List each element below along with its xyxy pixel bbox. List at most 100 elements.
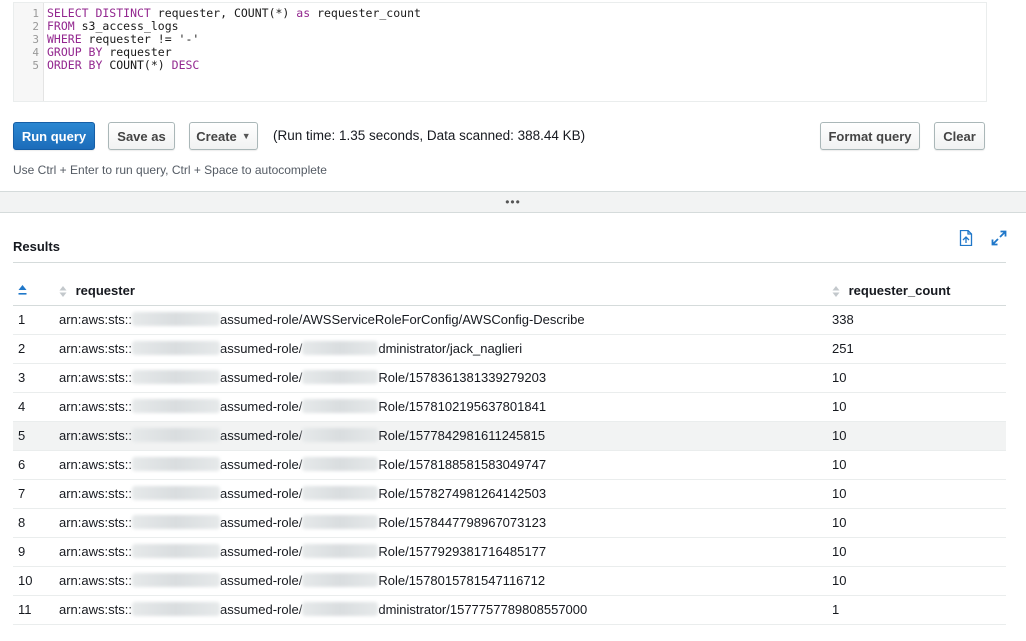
table-row[interactable]: 9 arn:aws:sts:: assumed-role/Role/15779293…: [13, 537, 1006, 567]
table-row[interactable]: 7 arn:aws:sts:: assumed-role/Role/15782749…: [13, 479, 1006, 509]
format-query-label: Format query: [828, 128, 912, 144]
table-row[interactable]: 2 arn:aws:sts:: assumed-role/dministrator/…: [13, 334, 1006, 364]
arn-suffix: AWSServiceRoleForConfig/AWSConfig-Descri…: [302, 312, 585, 327]
requester-count-cell: 10: [829, 392, 1006, 422]
redacted-account-id: [131, 515, 220, 529]
code-line[interactable]: ORDER BY COUNT(*) DESC: [47, 59, 421, 72]
table-row[interactable]: 8 arn:aws:sts:: assumed-role/Role/15784477…: [13, 508, 1006, 538]
redacted-role-name: [302, 457, 379, 471]
requester-header-label: requester: [75, 282, 135, 298]
requester-cell: arn:aws:sts:: assumed-role/Role/157801578…: [59, 566, 829, 596]
arn-prefix: arn:aws:sts::: [59, 428, 132, 443]
requester-count-cell: 10: [829, 421, 1006, 451]
requester-cell: arn:aws:sts:: assumed-role/dministrator/j…: [59, 334, 829, 364]
save-as-label: Save as: [117, 128, 166, 144]
requester-cell: arn:aws:sts:: assumed-role/AWSServiceRole…: [59, 305, 829, 335]
arn-prefix: arn:aws:sts::: [59, 370, 132, 385]
requester-count-cell: 251: [829, 334, 1006, 364]
run-query-button[interactable]: Run query: [13, 122, 95, 150]
redacted-role-name: [302, 486, 379, 500]
requester-cell: arn:aws:sts:: assumed-role/dministrator/1…: [59, 595, 829, 625]
format-query-button[interactable]: Format query: [820, 122, 920, 150]
row-number-cell: 4: [13, 392, 59, 422]
table-row[interactable]: 1 arn:aws:sts:: assumed-role/AWSServiceRol…: [13, 305, 1006, 335]
requester-cell: arn:aws:sts:: assumed-role/Role/157818858…: [59, 450, 829, 480]
export-csv-icon[interactable]: [957, 229, 975, 247]
sort-icon: [59, 285, 67, 297]
sql-token: COUNT(*): [102, 58, 172, 72]
arn-suffix: Role/1578274981264142503: [378, 486, 547, 501]
arn-suffix: Role/1578361381339279203: [378, 370, 547, 385]
create-label: Create: [196, 128, 237, 144]
row-number-cell: 6: [13, 450, 59, 480]
table-row[interactable]: 5 arn:aws:sts:: assumed-role/Role/15778429…: [13, 421, 1006, 451]
arn-suffix: Role/1578102195637801841: [378, 399, 547, 414]
requester-count-cell: 10: [829, 508, 1006, 538]
redacted-account-id: [131, 486, 220, 500]
table-row[interactable]: 10 arn:aws:sts:: assumed-role/Role/1578015…: [13, 566, 1006, 596]
requester-count-cell: 10: [829, 566, 1006, 596]
redacted-account-id: [131, 457, 220, 471]
save-as-button[interactable]: Save as: [108, 122, 175, 150]
sql-code[interactable]: SELECT DISTINCT requester, COUNT(*) as r…: [44, 3, 421, 101]
requester-column-header[interactable]: requester: [59, 276, 829, 306]
requester-cell: arn:aws:sts:: assumed-role/Role/157844779…: [59, 508, 829, 538]
arn-role-segment: assumed-role/: [219, 428, 303, 443]
sql-token: (*): [268, 6, 297, 20]
redacted-role-name: [302, 515, 379, 529]
redacted-role-name: [302, 370, 379, 384]
sort-icon: [832, 285, 840, 297]
redacted-role-name: [302, 544, 379, 558]
row-number-header[interactable]: [13, 276, 59, 306]
table-row[interactable]: 3 arn:aws:sts:: assumed-role/Role/15783613…: [13, 363, 1006, 393]
clear-button[interactable]: Clear: [934, 122, 985, 150]
chevron-down-icon: ▼: [241, 131, 251, 141]
drag-handle-icon[interactable]: •••: [505, 196, 521, 208]
arn-suffix: Role/1577842981611245815: [378, 428, 546, 443]
arn-role-segment: assumed-role/: [219, 486, 303, 501]
keyboard-hint: Use Ctrl + Enter to run query, Ctrl + Sp…: [13, 163, 327, 177]
redacted-account-id: [131, 341, 220, 355]
results-title: Results: [13, 239, 60, 254]
table-row[interactable]: 4 arn:aws:sts:: assumed-role/Role/15781021…: [13, 392, 1006, 422]
arn-role-segment: assumed-role/: [219, 573, 303, 588]
row-number-cell: 3: [13, 363, 59, 393]
expand-icon[interactable]: [990, 229, 1008, 247]
requester-cell: arn:aws:sts:: assumed-role/Role/157792938…: [59, 537, 829, 567]
row-number-cell: 8: [13, 508, 59, 538]
arn-role-segment: assumed-role/: [219, 341, 303, 356]
line-number: 2: [32, 20, 39, 33]
row-number-cell: 9: [13, 537, 59, 567]
arn-role-segment: assumed-role/: [219, 370, 303, 385]
redacted-account-id: [131, 399, 220, 413]
arn-prefix: arn:aws:sts::: [59, 544, 132, 559]
sql-keyword: DESC: [171, 58, 200, 72]
redacted-role-name: [302, 602, 379, 616]
row-number-cell: 5: [13, 421, 59, 451]
arn-suffix: dministrator/jack_naglieri: [378, 341, 523, 356]
arn-prefix: arn:aws:sts::: [59, 602, 132, 617]
row-number-cell: 11: [13, 595, 59, 625]
results-divider: [13, 262, 1006, 263]
arn-suffix: dministrator/1577757789808557000: [378, 602, 588, 617]
arn-prefix: arn:aws:sts::: [59, 486, 132, 501]
pane-splitter[interactable]: •••: [0, 191, 1026, 213]
arn-prefix: arn:aws:sts::: [59, 341, 132, 356]
sql-token: COUNT: [233, 6, 269, 20]
run-query-label: Run query: [21, 128, 87, 144]
sql-keyword: as: [296, 6, 311, 20]
clear-label: Clear: [943, 128, 976, 144]
table-row[interactable]: 6 arn:aws:sts:: assumed-role/Role/15781885…: [13, 450, 1006, 480]
requester-count-column-header[interactable]: requester_count: [829, 276, 1006, 306]
arn-role-segment: assumed-role/: [219, 312, 303, 327]
table-row[interactable]: 11 arn:aws:sts:: assumed-role/dministrator…: [13, 595, 1006, 625]
create-dropdown-button[interactable]: Create ▼: [189, 122, 258, 150]
sort-asc-icon: [18, 285, 27, 295]
sql-editor[interactable]: 12345 SELECT DISTINCT requester, COUNT(*…: [13, 2, 987, 102]
arn-role-segment: assumed-role/: [219, 457, 303, 472]
run-time-status: (Run time: 1.35 seconds, Data scanned: 3…: [273, 128, 586, 143]
requester-count-header-label: requester_count: [848, 282, 951, 298]
arn-role-segment: assumed-role/: [219, 602, 303, 617]
sql-token: requester,: [150, 6, 234, 20]
requester-cell: arn:aws:sts:: assumed-role/Role/157810219…: [59, 392, 829, 422]
